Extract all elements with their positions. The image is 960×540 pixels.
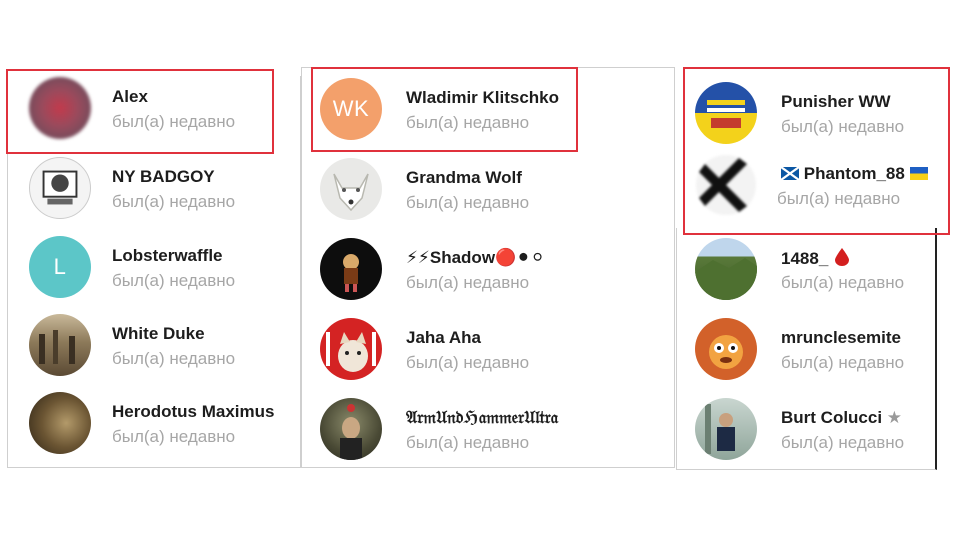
contact-row-mrunclesemite[interactable]: mrunclesemite был(а) недавно xyxy=(677,310,935,388)
contact-status: был(а) недавно xyxy=(112,349,236,368)
contact-name: Grandma Wolf xyxy=(406,168,522,187)
contact-name: ⚡⚡Shadow🔴⚫⚪ xyxy=(406,248,545,267)
blood-drop-icon xyxy=(835,248,850,271)
contact-row-ny-badgoy[interactable]: NY BADGOY был(а) недавно xyxy=(8,149,300,227)
contact-status: был(а) недавно xyxy=(781,353,905,372)
avatar xyxy=(29,392,91,454)
avatar xyxy=(29,314,91,376)
highlight-box-alex xyxy=(6,69,274,154)
contact-row-shadow[interactable]: ⚡⚡Shadow🔴⚫⚪ был(а) недавно xyxy=(302,230,674,308)
contact-status: был(а) недавно xyxy=(781,273,905,292)
contact-row-herodotus-maximus[interactable]: Herodotus Maximus был(а) недавно xyxy=(8,384,300,462)
avatar xyxy=(320,398,382,460)
contact-list-panel-3: Punisher WW был(а) недавно Phantom_88 бы… xyxy=(676,82,937,470)
highlight-box-punisher-phantom xyxy=(683,67,950,235)
contact-name: 𝔄𝔯𝔪𝔘𝔫𝔡ℌ𝔞𝔪𝔪𝔢𝔯𝔘𝔩𝔱𝔯𝔞 xyxy=(406,408,559,427)
highlight-box-klitschko xyxy=(311,67,578,152)
contact-name: Jaha Aha xyxy=(406,328,481,347)
contact-row-jaha-aha[interactable]: Jaha Aha был(а) недавно xyxy=(302,310,674,388)
contact-row-burt-colucci[interactable]: Burt Colucci ★ был(а) недавно xyxy=(677,390,935,468)
contact-name: 1488_ xyxy=(781,248,850,271)
contact-status: был(а) недавно xyxy=(112,192,236,211)
avatar xyxy=(695,318,757,380)
avatar-initials: L xyxy=(53,254,67,279)
contact-row-1488[interactable]: 1488_ был(а) недавно xyxy=(677,230,935,308)
avatar xyxy=(695,398,757,460)
contact-name-text: 1488_ xyxy=(781,249,829,268)
contact-status: был(а) недавно xyxy=(112,427,236,446)
contact-status: был(а) недавно xyxy=(406,353,530,372)
avatar xyxy=(29,157,91,219)
contact-row-armundhammerultra[interactable]: 𝔄𝔯𝔪𝔘𝔫𝔡ℌ𝔞𝔪𝔪𝔢𝔯𝔘𝔩𝔱𝔯𝔞 был(а) недавно xyxy=(302,390,674,468)
contact-name: NY BADGOY xyxy=(112,167,215,186)
contact-status: был(а) недавно xyxy=(406,433,530,452)
contact-row-lobsterwaffle[interactable]: L Lobsterwaffle был(а) недавно xyxy=(8,228,300,306)
avatar xyxy=(320,158,382,220)
contact-row-grandma-wolf[interactable]: Grandma Wolf был(а) недавно xyxy=(302,150,674,228)
avatar xyxy=(320,238,382,300)
contact-name: White Duke xyxy=(112,324,205,343)
contact-status: был(а) недавно xyxy=(112,271,236,290)
contact-status: был(а) недавно xyxy=(781,433,905,452)
star-icon: ★ xyxy=(886,408,903,428)
contact-name: mrunclesemite xyxy=(781,328,901,347)
avatar: L xyxy=(29,236,91,298)
contact-name: Herodotus Maximus xyxy=(112,402,275,421)
contact-status: был(а) недавно xyxy=(406,273,530,292)
contact-name: Burt Colucci ★ xyxy=(781,408,902,428)
contact-row-white-duke[interactable]: White Duke был(а) недавно xyxy=(8,306,300,384)
avatar xyxy=(320,318,382,380)
avatar xyxy=(695,238,757,300)
contact-name-text: Burt Colucci xyxy=(781,408,883,427)
contact-status: был(а) недавно xyxy=(406,193,530,212)
contact-name: Lobsterwaffle xyxy=(112,246,223,265)
